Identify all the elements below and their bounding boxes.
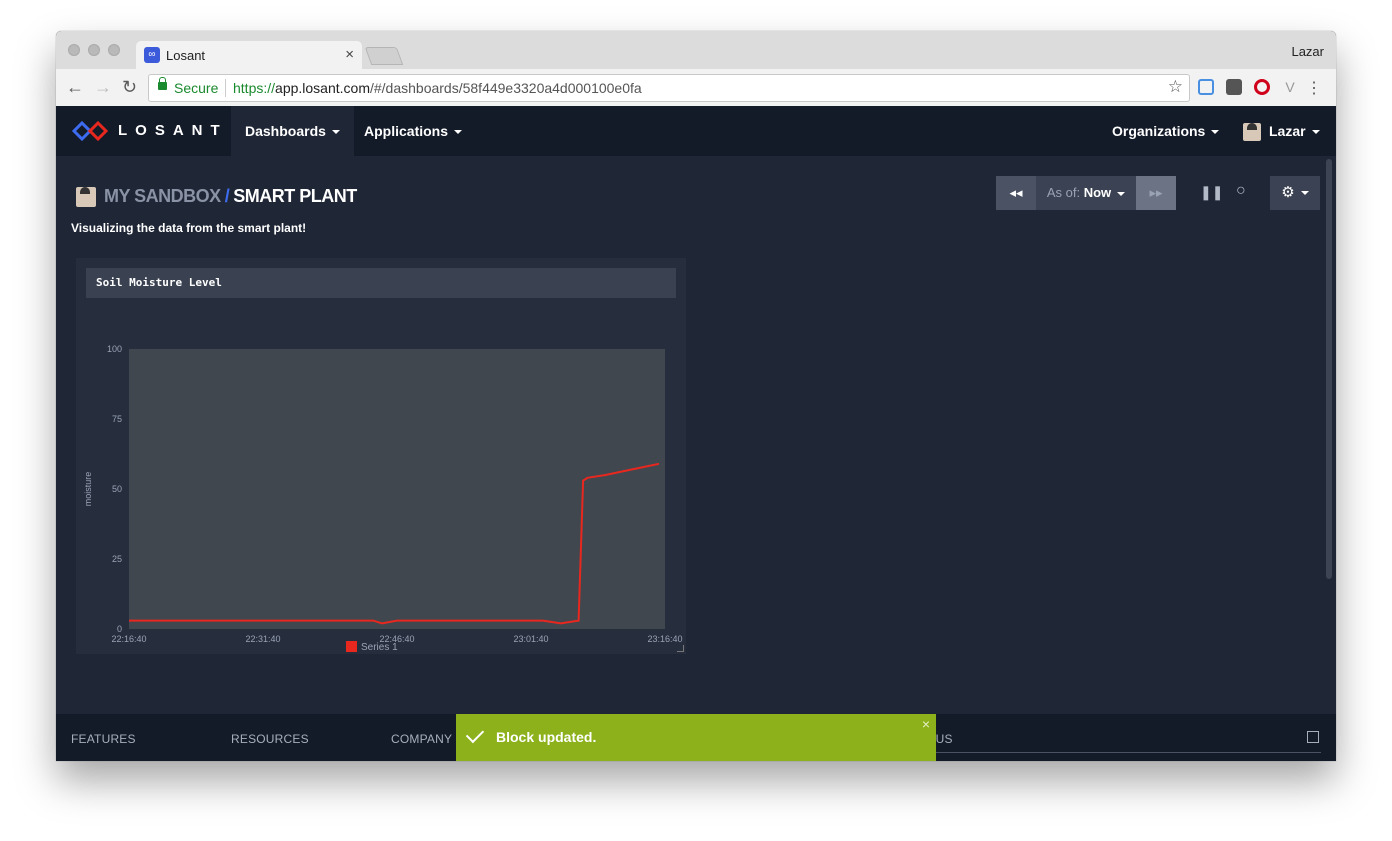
fast-forward-button[interactable]: ▸▸ [1136,176,1176,210]
nav-user-menu[interactable]: Lazar [1229,106,1334,156]
y-tick-label: 100 [107,344,122,354]
minimize-window-icon[interactable] [88,44,100,56]
time-series-chart: 025507510022:16:40 22:31:40 22:46:40 23:01:… [83,344,683,653]
tab-close-icon[interactable]: × [345,46,354,63]
x-tick-label: 23:16:40 [647,634,682,644]
forward-icon[interactable]: → [94,77,112,98]
toast-message: Block updated. [496,729,597,745]
toast-close-icon[interactable]: × [922,716,930,732]
nav-organizations[interactable]: Organizations [1098,106,1233,156]
app-navbar: LOSANT Dashboards Applications Organizat… [56,106,1336,156]
caret-down-icon [1300,191,1309,196]
footer-link-company[interactable]: COMPANY [391,732,452,746]
footer-link-resources[interactable]: RESOURCES [231,732,309,746]
page-scrollbar[interactable] [1326,159,1332,579]
footer-link-features[interactable]: FEATURES [71,732,136,746]
x-tick-label: 22:16:40 [111,634,146,644]
brand-name[interactable]: LOSANT [118,122,228,139]
breadcrumb: MY SANDBOX / SMART PLANT [76,186,357,208]
nav-organizations-label: Organizations [1112,123,1206,139]
breadcrumb-parent[interactable]: MY SANDBOX [104,186,221,206]
new-tab-button[interactable] [364,47,404,65]
url-host: app.losant.com [275,80,370,96]
caret-down-icon [1117,191,1126,196]
tab-strip: ∞ Losant × Lazar [56,31,1336,69]
maximize-window-icon[interactable] [108,44,120,56]
losant-favicon-icon: ∞ [144,47,160,63]
as-of-label: As of: [1046,185,1081,200]
legend-label: Series 1 [361,642,398,653]
y-axis-label: moisture [83,472,93,507]
toast-notification: Block updated. × [456,714,936,761]
x-tick-label: 22:31:40 [245,634,280,644]
plot-area [129,349,665,629]
as-of-value: Now [1083,185,1112,200]
secure-label: Secure [174,80,219,96]
vivaldi-icon[interactable]: V [1282,79,1298,95]
y-tick-label: 25 [112,554,122,564]
nav-applications-label: Applications [364,123,449,139]
browser-window: ∞ Losant × Lazar ← → ↻ Secure https://ap… [56,31,1336,761]
nav-user-label: Lazar [1269,123,1306,139]
resize-handle-icon[interactable] [677,645,684,652]
bookmark-star-icon[interactable]: ☆ [1168,77,1183,97]
y-tick-label: 50 [112,484,122,494]
dashboard-block[interactable]: Soil Moisture Level 0 25 50 75 100 22:16:40 22… [76,258,686,654]
nav-applications[interactable]: Applications [350,106,476,156]
caret-down-icon [1211,130,1220,135]
pocket-icon[interactable] [1226,79,1242,95]
address-bar[interactable]: Secure https://app.losant.com/#/dashboar… [148,74,1190,102]
pause-icon[interactable]: ❚❚ [1200,184,1223,201]
url-scheme: https:// [233,80,276,96]
x-tick-label: 23:01:40 [513,634,548,644]
nav-dashboards-label: Dashboards [245,123,326,139]
breadcrumb-separator: / [224,186,230,206]
footer-divider [931,752,1321,753]
browser-tab[interactable]: ∞ Losant × [136,41,362,69]
close-window-icon[interactable] [68,44,80,56]
caret-down-icon [1311,130,1320,135]
legend-swatch [346,641,357,652]
caret-down-icon [454,130,463,135]
avatar [1243,123,1261,142]
browser-profile[interactable]: Lazar [1291,44,1324,59]
page-title: SMART PLANT [233,186,357,206]
opera-icon[interactable] [1254,79,1270,95]
dashboard-description: Visualizing the data from the smart plan… [71,221,307,235]
back-icon[interactable]: ← [66,77,84,98]
browser-toolbar: ← → ↻ Secure https://app.losant.com/#/da… [56,69,1336,107]
lock-icon [158,77,167,90]
reload-icon[interactable]: ↻ [122,77,137,98]
y-tick-label: 75 [112,414,122,424]
losant-logo-icon[interactable] [72,121,108,141]
extension-tag-icon[interactable] [1198,79,1214,95]
url-text[interactable]: https://app.losant.com/#/dashboards/58f4… [233,80,642,96]
as-of-dropdown[interactable]: As of: Now [1036,176,1136,210]
y-tick-label: 0 [117,624,122,634]
url-path: /#/dashboards/58f449e3320a4d000100e0fa [369,80,642,96]
avatar [76,187,96,208]
tab-title: Losant [166,48,206,63]
caret-down-icon [331,130,340,135]
nav-dashboards[interactable]: Dashboards [231,106,354,156]
checkmark-icon [465,724,485,744]
external-link-icon[interactable] [1307,731,1319,743]
browser-menu-icon[interactable]: ⋮ [1306,78,1322,98]
settings-gear-button[interactable]: ⚙ [1270,176,1320,210]
refresh-icon[interactable]: ○ [1236,182,1246,200]
rewind-button[interactable]: ◂◂ [996,176,1036,210]
omnibox-divider [225,79,226,97]
